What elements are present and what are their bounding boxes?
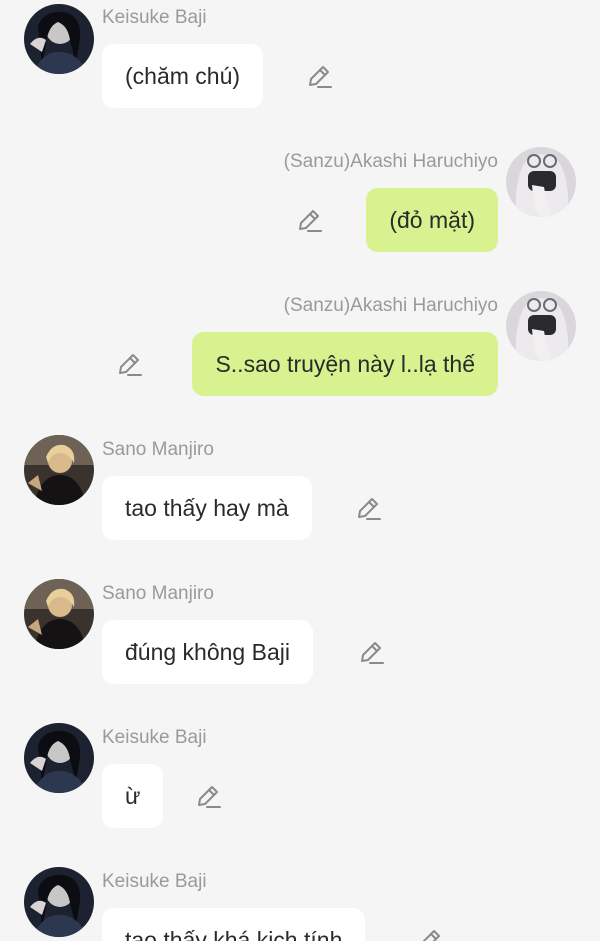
mikey-avatar[interactable] (24, 579, 94, 649)
pencil-edit-icon[interactable] (307, 63, 333, 89)
message-bubble[interactable]: ừ (102, 764, 164, 828)
sender-name: Sano Manjiro (102, 583, 214, 604)
baji-avatar[interactable] (24, 723, 94, 793)
pencil-edit-icon[interactable] (117, 351, 143, 377)
baji-avatar[interactable] (24, 4, 94, 74)
sanzu-avatar[interactable] (506, 291, 576, 361)
pencil-edit-icon[interactable] (297, 207, 323, 233)
sanzu-avatar[interactable] (506, 147, 576, 217)
message-bubble[interactable]: đúng không Baji (102, 620, 313, 684)
pencil-edit-icon[interactable] (418, 927, 444, 941)
message-bubble[interactable]: tao thấy khá kịch tính (102, 908, 366, 941)
message-bubble[interactable]: S..sao truyện này l..lạ thế (192, 332, 498, 396)
message-bubble[interactable]: (đỏ mặt) (366, 188, 498, 252)
sender-name: Keisuke Baji (102, 727, 207, 748)
pencil-edit-icon[interactable] (196, 783, 222, 809)
sender-name: (Sanzu)Akashi Haruchiyo (283, 151, 498, 172)
sender-name: (Sanzu)Akashi Haruchiyo (283, 295, 498, 316)
chat-log: Keisuke Baji (chăm chú) (Sanzu)Akashi Ha… (0, 0, 600, 941)
sender-name: Keisuke Baji (102, 7, 207, 28)
message-bubble[interactable]: (chăm chú) (102, 44, 264, 108)
message-bubble[interactable]: tao thấy hay mà (102, 476, 312, 540)
pencil-edit-icon[interactable] (359, 639, 385, 665)
baji-avatar[interactable] (24, 867, 94, 937)
mikey-avatar[interactable] (24, 435, 94, 505)
sender-name: Keisuke Baji (102, 871, 207, 892)
sender-name: Sano Manjiro (102, 439, 214, 460)
pencil-edit-icon[interactable] (356, 495, 382, 521)
